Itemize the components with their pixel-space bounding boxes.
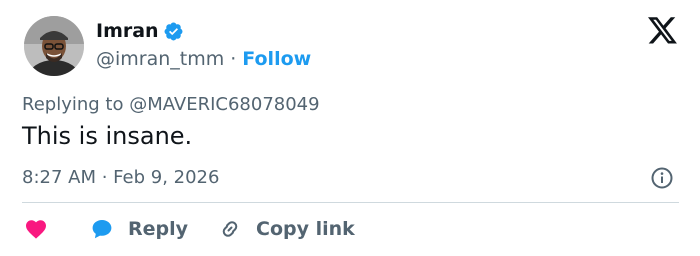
reply-button[interactable]: Reply — [90, 217, 188, 241]
reply-bubble-icon — [90, 217, 114, 241]
info-icon[interactable] — [650, 166, 674, 190]
copy-link-label: Copy link — [256, 218, 355, 240]
tweet-timestamp[interactable]: 8:27 AM · Feb 9, 2026 — [22, 167, 219, 188]
author-handle[interactable]: @imran_tmm — [96, 48, 224, 70]
handle-separator: · — [230, 48, 237, 70]
divider — [22, 202, 679, 203]
tweet-card: Imran @imran_tmm · Follow Replying to @M… — [0, 0, 700, 256]
author-display-name[interactable]: Imran — [96, 20, 159, 42]
avatar[interactable] — [24, 16, 84, 76]
action-bar: Reply Copy link — [24, 214, 355, 244]
heart-icon — [24, 217, 48, 241]
like-button[interactable] — [24, 217, 48, 241]
author-handle-row: @imran_tmm · Follow — [96, 48, 311, 70]
author-name-row: Imran — [96, 20, 184, 42]
follow-button[interactable]: Follow — [242, 48, 311, 70]
link-icon — [218, 217, 242, 241]
tweet-text: This is insane. — [22, 122, 193, 150]
verified-icon — [163, 21, 184, 42]
replying-to: Replying to @MAVERIC68078049 — [22, 94, 320, 115]
x-logo-icon[interactable] — [648, 17, 678, 45]
reply-label: Reply — [128, 218, 189, 240]
copy-link-button[interactable]: Copy link — [218, 217, 355, 241]
